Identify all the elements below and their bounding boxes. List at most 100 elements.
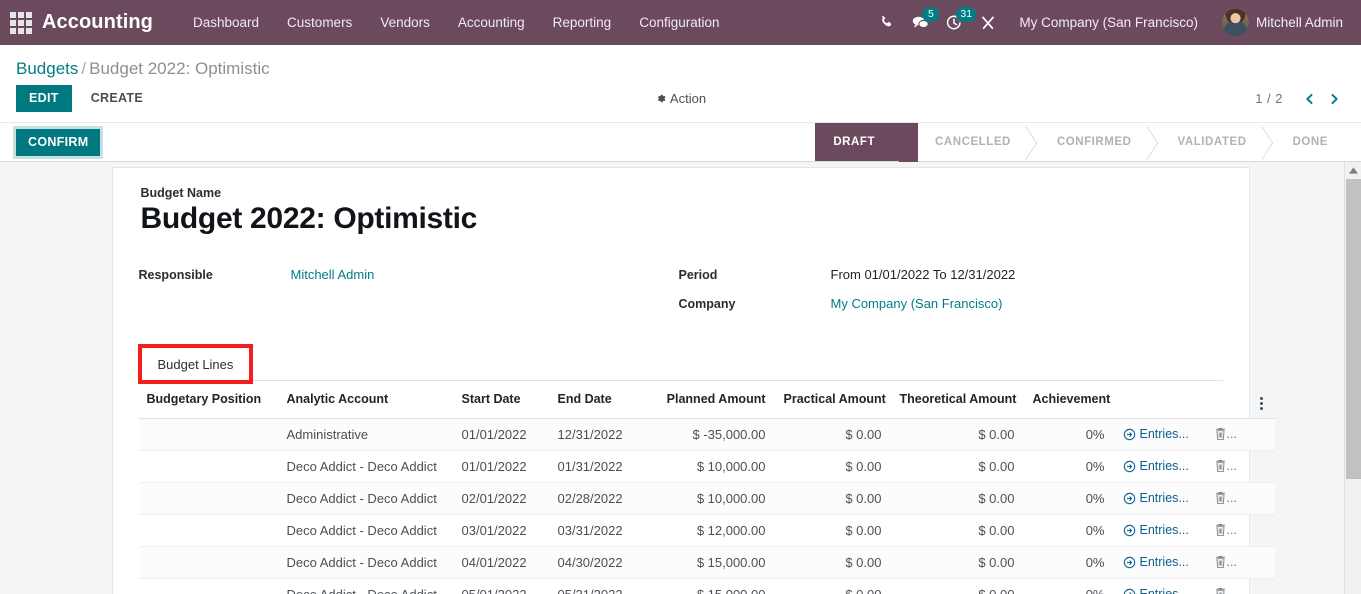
apps-grid-icon[interactable] (8, 10, 34, 36)
debug-tools-icon[interactable] (971, 0, 1005, 45)
cell-delete-row[interactable]: ... (1207, 418, 1253, 450)
status-stage-validated[interactable]: VALIDATED (1156, 123, 1271, 161)
column-header-budgetary-position[interactable]: Budgetary Position (139, 381, 279, 419)
scrollbar-thumb[interactable] (1346, 179, 1361, 479)
confirm-button[interactable]: CONFIRM (16, 129, 100, 156)
user-menu[interactable]: Mitchell Admin (1212, 9, 1347, 36)
optional-columns-toggle[interactable] (1253, 381, 1275, 419)
cell-budgetary-position[interactable] (139, 482, 279, 514)
delete-row-button[interactable]: ... (1215, 523, 1243, 537)
cell-practical-amount[interactable]: $ 0.00 (776, 482, 892, 514)
cell-end-date[interactable]: 05/31/2022 (550, 578, 654, 594)
cell-practical-amount[interactable]: $ 0.00 (776, 514, 892, 546)
cell-delete-row[interactable]: ... (1207, 514, 1253, 546)
column-header-end-date[interactable]: End Date (550, 381, 654, 419)
table-row[interactable]: Deco Addict - Deco Addict05/01/202205/31… (139, 578, 1275, 594)
entries-button[interactable]: Entries... (1123, 523, 1197, 537)
cell-planned-amount[interactable]: $ 12,000.00 (654, 514, 776, 546)
status-stage-cancelled[interactable]: CANCELLED (899, 123, 1035, 161)
status-stage-done[interactable]: DONE (1271, 123, 1344, 161)
cell-analytic-account[interactable]: Deco Addict - Deco Addict (279, 450, 454, 482)
entries-button[interactable]: Entries... (1123, 555, 1197, 569)
cell-theoretical-amount[interactable]: $ 0.00 (892, 546, 1025, 578)
cell-achievement[interactable]: 0% (1025, 450, 1115, 482)
cell-theoretical-amount[interactable]: $ 0.00 (892, 578, 1025, 594)
cell-start-date[interactable]: 05/01/2022 (454, 578, 550, 594)
menu-item-reporting[interactable]: Reporting (539, 0, 626, 45)
cell-practical-amount[interactable]: $ 0.00 (776, 578, 892, 594)
column-header-start-date[interactable]: Start Date (454, 381, 550, 419)
cell-planned-amount[interactable]: $ -35,000.00 (654, 418, 776, 450)
cell-start-date[interactable]: 03/01/2022 (454, 514, 550, 546)
cell-budgetary-position[interactable] (139, 546, 279, 578)
phone-icon[interactable] (869, 0, 903, 45)
tab-budget-lines[interactable]: Budget Lines (141, 347, 251, 381)
cell-delete-row[interactable]: ... (1207, 546, 1253, 578)
cell-budgetary-position[interactable] (139, 418, 279, 450)
cell-analytic-account[interactable]: Administrative (279, 418, 454, 450)
edit-button[interactable]: EDIT (16, 85, 72, 112)
cell-planned-amount[interactable]: $ 10,000.00 (654, 482, 776, 514)
cell-entries-link[interactable]: Entries... (1115, 482, 1207, 514)
delete-row-button[interactable]: ... (1215, 491, 1243, 505)
cell-practical-amount[interactable]: $ 0.00 (776, 546, 892, 578)
delete-row-button[interactable]: ... (1215, 459, 1243, 473)
cell-start-date[interactable]: 02/01/2022 (454, 482, 550, 514)
cell-end-date[interactable]: 03/31/2022 (550, 514, 654, 546)
action-menu[interactable]: Action (655, 91, 706, 106)
cell-delete-row[interactable]: ... (1207, 482, 1253, 514)
menu-item-dashboard[interactable]: Dashboard (179, 0, 273, 45)
cell-end-date[interactable]: 02/28/2022 (550, 482, 654, 514)
menu-item-customers[interactable]: Customers (273, 0, 366, 45)
cell-analytic-account[interactable]: Deco Addict - Deco Addict (279, 546, 454, 578)
cell-theoretical-amount[interactable]: $ 0.00 (892, 514, 1025, 546)
cell-entries-link[interactable]: Entries... (1115, 450, 1207, 482)
cell-practical-amount[interactable]: $ 0.00 (776, 450, 892, 482)
entries-button[interactable]: Entries... (1123, 459, 1197, 473)
menu-item-vendors[interactable]: Vendors (366, 0, 444, 45)
cell-budgetary-position[interactable] (139, 578, 279, 594)
app-brand-accounting[interactable]: Accounting (42, 11, 153, 34)
status-stage-confirmed[interactable]: CONFIRMED (1035, 123, 1156, 161)
cell-analytic-account[interactable]: Deco Addict - Deco Addict (279, 514, 454, 546)
status-stage-draft[interactable]: DRAFT (815, 123, 899, 161)
table-row[interactable]: Deco Addict - Deco Addict02/01/202202/28… (139, 482, 1275, 514)
table-row[interactable]: Deco Addict - Deco Addict03/01/202203/31… (139, 514, 1275, 546)
cell-planned-amount[interactable]: $ 15,000.00 (654, 578, 776, 594)
cell-entries-link[interactable]: Entries... (1115, 418, 1207, 450)
cell-delete-row[interactable]: ... (1207, 578, 1253, 594)
cell-end-date[interactable]: 04/30/2022 (550, 546, 654, 578)
cell-theoretical-amount[interactable]: $ 0.00 (892, 450, 1025, 482)
table-row[interactable]: Deco Addict - Deco Addict04/01/202204/30… (139, 546, 1275, 578)
delete-row-button[interactable]: ... (1215, 587, 1243, 594)
cell-achievement[interactable]: 0% (1025, 578, 1115, 594)
menu-item-configuration[interactable]: Configuration (625, 0, 733, 45)
entries-button[interactable]: Entries... (1123, 491, 1197, 505)
cell-analytic-account[interactable]: Deco Addict - Deco Addict (279, 482, 454, 514)
cell-theoretical-amount[interactable]: $ 0.00 (892, 482, 1025, 514)
create-button[interactable]: CREATE (78, 85, 156, 112)
cell-achievement[interactable]: 0% (1025, 546, 1115, 578)
cell-entries-link[interactable]: Entries... (1115, 546, 1207, 578)
column-header-analytic-account[interactable]: Analytic Account (279, 381, 454, 419)
entries-button[interactable]: Entries... (1123, 587, 1197, 594)
cell-achievement[interactable]: 0% (1025, 482, 1115, 514)
cell-end-date[interactable]: 01/31/2022 (550, 450, 654, 482)
cell-entries-link[interactable]: Entries... (1115, 514, 1207, 546)
company-switcher[interactable]: My Company (San Francisco) (1005, 0, 1212, 45)
cell-budgetary-position[interactable] (139, 514, 279, 546)
delete-row-button[interactable]: ... (1215, 555, 1243, 569)
cell-planned-amount[interactable]: $ 15,000.00 (654, 546, 776, 578)
cell-entries-link[interactable]: Entries... (1115, 578, 1207, 594)
vertical-scrollbar[interactable] (1344, 162, 1361, 594)
cell-practical-amount[interactable]: $ 0.00 (776, 418, 892, 450)
column-header-practical-amount[interactable]: Practical Amount (776, 381, 892, 419)
cell-start-date[interactable]: 01/01/2022 (454, 418, 550, 450)
pager-next-button[interactable] (1323, 87, 1345, 111)
table-row[interactable]: Administrative01/01/202212/31/2022$ -35,… (139, 418, 1275, 450)
pager-previous-button[interactable] (1298, 87, 1320, 111)
cell-planned-amount[interactable]: $ 10,000.00 (654, 450, 776, 482)
delete-row-button[interactable]: ... (1215, 427, 1243, 441)
menu-item-accounting[interactable]: Accounting (444, 0, 539, 45)
cell-theoretical-amount[interactable]: $ 0.00 (892, 418, 1025, 450)
